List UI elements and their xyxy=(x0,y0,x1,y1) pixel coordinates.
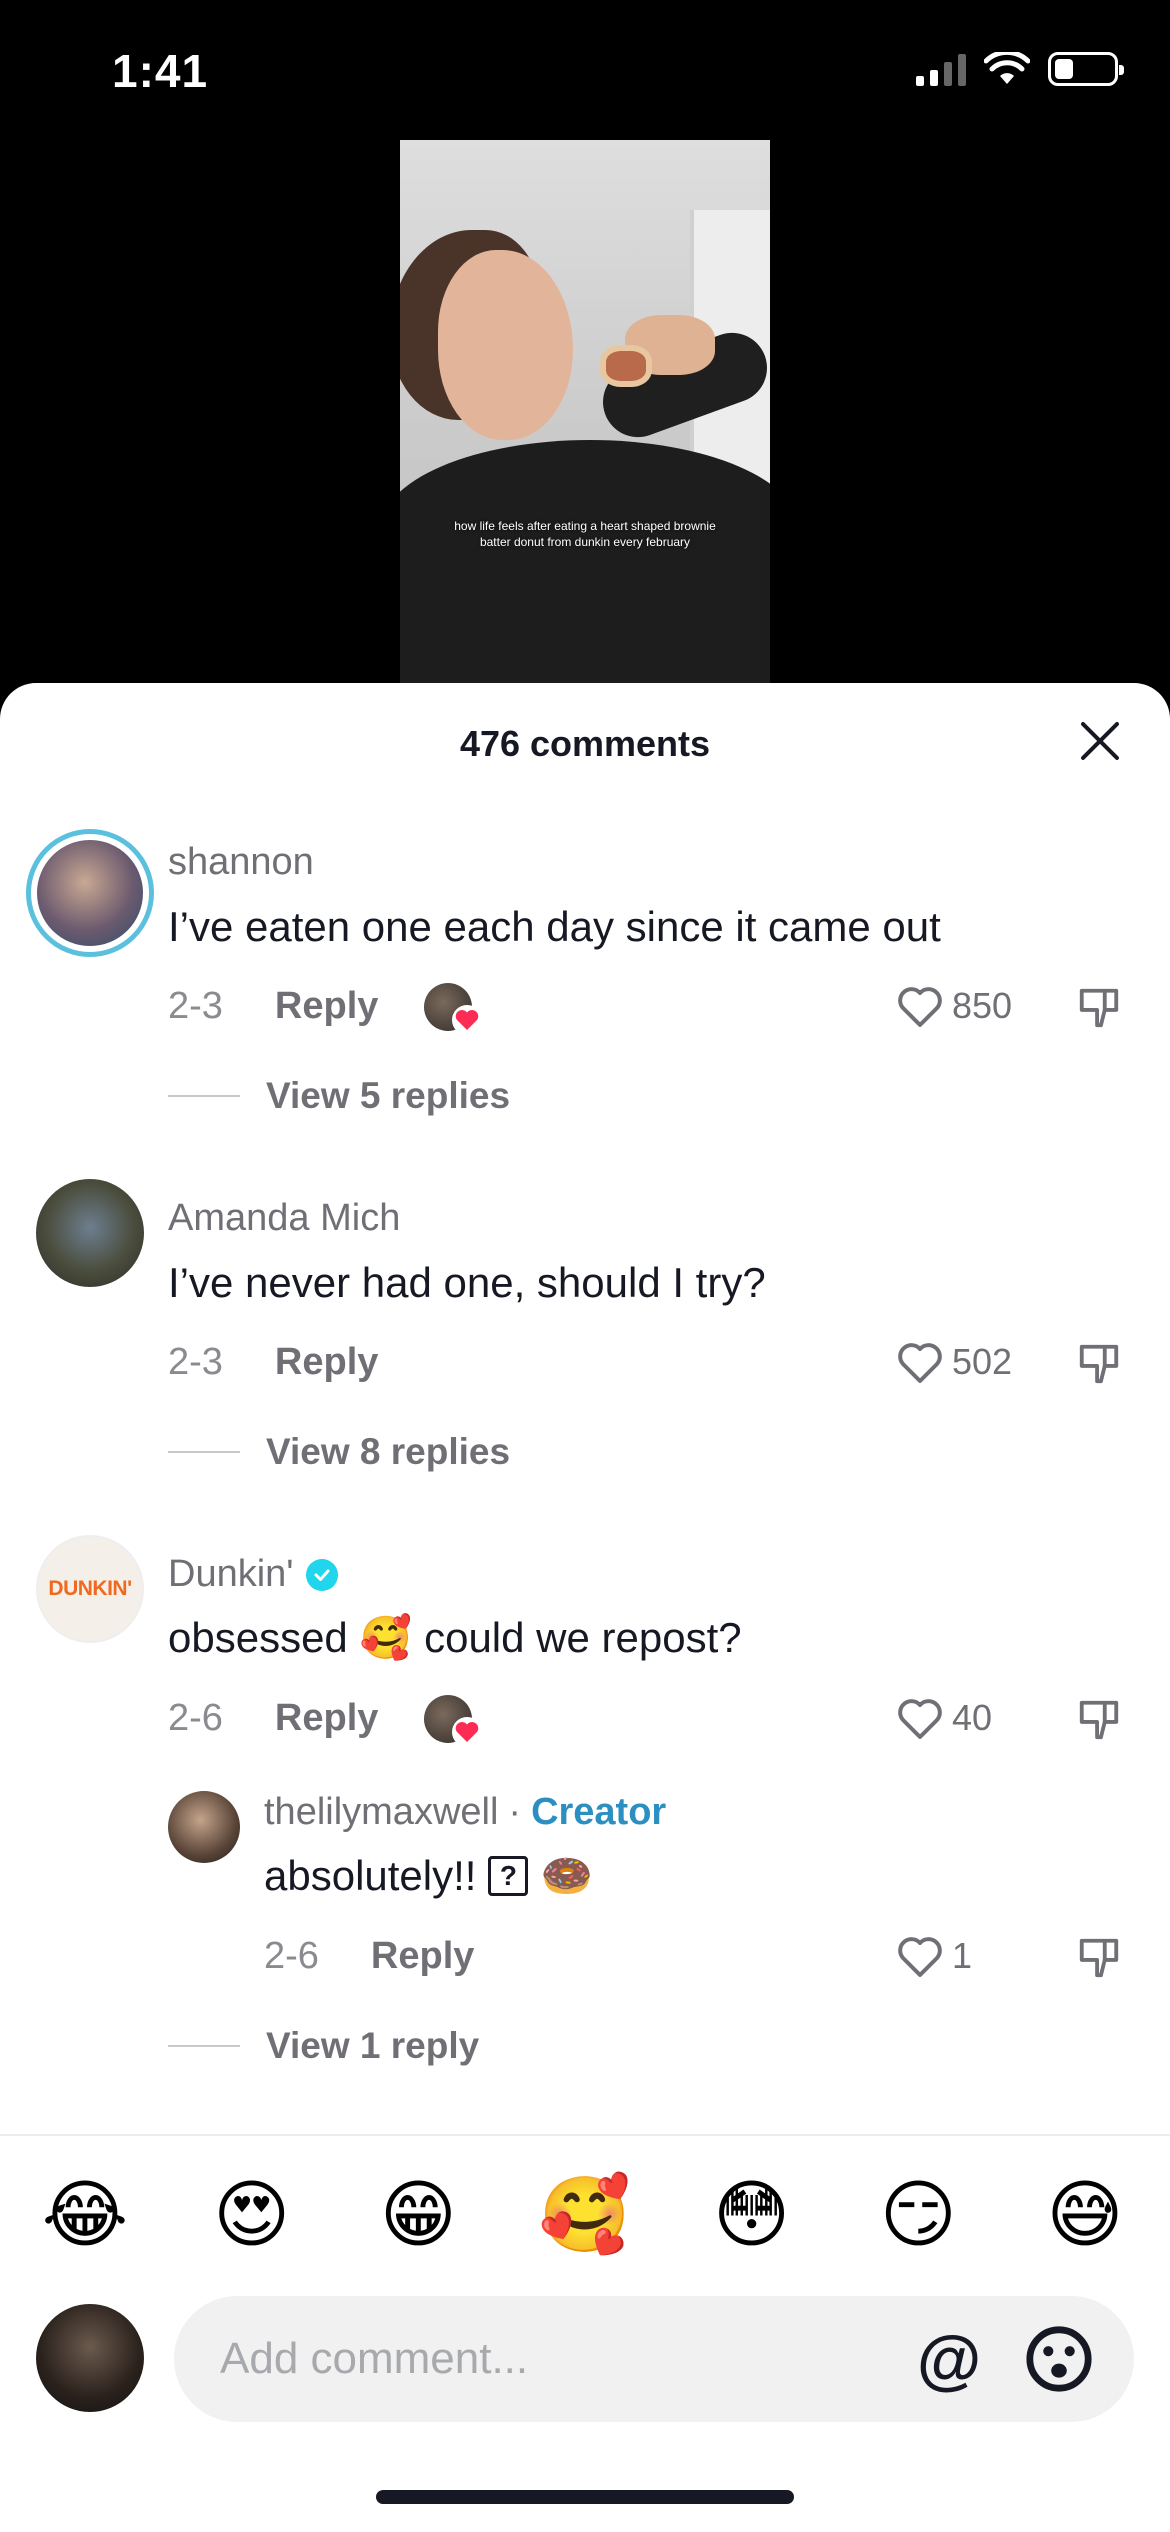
like-count: 1 xyxy=(952,1935,973,1976)
emoji-button-flushed[interactable]: 😳 xyxy=(697,2170,807,2260)
view-replies-button[interactable]: View 5 replies xyxy=(168,1075,510,1117)
comment-text: I’ve never had one, should I try? xyxy=(168,1259,766,1306)
dislike-icon[interactable] xyxy=(1076,1341,1122,1387)
emoji-button-grin[interactable]: 😁 xyxy=(363,2170,473,2260)
reply-button[interactable]: Reply xyxy=(371,1935,474,1978)
dislike-icon[interactable] xyxy=(1076,985,1122,1031)
heart-outline-icon xyxy=(898,1343,942,1383)
like-button[interactable]: 40 xyxy=(896,1695,992,1741)
comment-date: 2-3 xyxy=(168,985,223,1027)
smiling-hearts-emoji: 🥰 xyxy=(359,1613,413,1662)
donut-emoji: 🍩 xyxy=(540,1851,593,1900)
wifi-icon xyxy=(984,52,1030,84)
reply-username[interactable]: thelilymaxwell · Creator xyxy=(264,1791,666,1834)
comment-meta: 2-3 Reply xyxy=(168,985,378,1028)
video-preview[interactable]: how life feels after eating a heart shap… xyxy=(400,140,770,700)
close-icon[interactable] xyxy=(1078,719,1122,763)
heart-outline-icon xyxy=(898,987,942,1027)
video-caption: how life feels after eating a heart shap… xyxy=(454,519,716,549)
add-comment-input[interactable]: Add comment... @ xyxy=(174,2296,1134,2422)
comment-text: I’ve eaten one each day since it came ou… xyxy=(168,903,941,950)
comment-meta: 2-3 Reply xyxy=(168,1341,378,1384)
comment-username[interactable]: Dunkin' xyxy=(168,1553,338,1596)
emoji-button-heart-eyes[interactable]: 😍 xyxy=(197,2170,307,2260)
screen: 1:41 how life feels after eating a heart… xyxy=(0,0,1170,2532)
like-button[interactable]: 502 xyxy=(896,1339,1012,1385)
emoji-button-sweat-smile[interactable]: 😅 xyxy=(1030,2170,1140,2260)
like-count: 502 xyxy=(952,1341,1013,1382)
like-button[interactable]: 1 xyxy=(896,1933,972,1979)
heart-outline-icon xyxy=(898,1937,942,1977)
view-replies-button[interactable]: View 8 replies xyxy=(168,1431,510,1473)
comment-text: obsessed 🥰 could we repost? xyxy=(168,1613,742,1662)
reply-button[interactable]: Reply xyxy=(275,1697,378,1740)
avatar[interactable]: DUNKIN' xyxy=(36,1535,144,1643)
heart-outline-icon xyxy=(898,1699,942,1739)
emoji-button-smirk[interactable]: 😏 xyxy=(863,2170,973,2260)
battery-icon xyxy=(1048,52,1124,86)
avatar[interactable] xyxy=(168,1791,240,1863)
comments-count-title: 476 comments xyxy=(459,723,711,764)
home-indicator[interactable] xyxy=(376,2490,794,2504)
creator-liked-heart-icon xyxy=(452,1717,482,1747)
dislike-icon[interactable] xyxy=(1076,1935,1122,1981)
avatar[interactable] xyxy=(26,829,154,957)
emoji-button-tears-of-joy[interactable]: 😂 xyxy=(30,2170,140,2260)
add-comment-placeholder: Add comment... xyxy=(220,2334,529,2383)
dunkin-logo-text: DUNKIN' xyxy=(48,1577,132,1600)
like-count: 850 xyxy=(952,985,1013,1026)
comment-meta: 2-6 Reply xyxy=(168,1697,378,1740)
like-count: 40 xyxy=(952,1697,993,1738)
current-user-avatar[interactable] xyxy=(36,2304,144,2412)
dislike-icon[interactable] xyxy=(1076,1697,1122,1743)
mention-icon[interactable]: @ xyxy=(914,2324,984,2394)
reply-button[interactable]: Reply xyxy=(275,1341,378,1384)
avatar[interactable] xyxy=(36,1179,144,1287)
status-time: 1:41 xyxy=(112,45,209,97)
emoji-button-smiling-hearts[interactable]: 🥰 xyxy=(530,2170,640,2260)
comment-date: 2-6 xyxy=(168,1697,223,1739)
emoji-picker-icon[interactable] xyxy=(1024,2324,1094,2394)
creator-label: Creator xyxy=(531,1791,667,1833)
comment-username[interactable]: Amanda Mich xyxy=(168,1197,400,1240)
emoji-quick-bar: 😂 😍 😁 🥰 😳 😏 😅 xyxy=(30,2170,1140,2260)
comment-username[interactable]: shannon xyxy=(168,841,314,884)
cellular-signal-icon xyxy=(916,52,966,86)
reply-text: absolutely!! ? 🍩 xyxy=(264,1851,593,1900)
reply-date: 2-6 xyxy=(264,1935,319,1977)
creator-liked-heart-icon xyxy=(452,1005,482,1035)
verified-badge-icon xyxy=(305,1558,338,1591)
comment-date: 2-3 xyxy=(168,1341,223,1383)
view-replies-button[interactable]: View 1 reply xyxy=(168,2025,479,2067)
unsupported-glyph-icon: ? xyxy=(488,1856,529,1896)
divider xyxy=(0,2134,1170,2136)
status-icons xyxy=(916,52,1124,86)
like-button[interactable]: 850 xyxy=(896,983,1012,1029)
reply-meta: 2-6 Reply xyxy=(264,1935,474,1978)
reply-button[interactable]: Reply xyxy=(275,985,378,1028)
